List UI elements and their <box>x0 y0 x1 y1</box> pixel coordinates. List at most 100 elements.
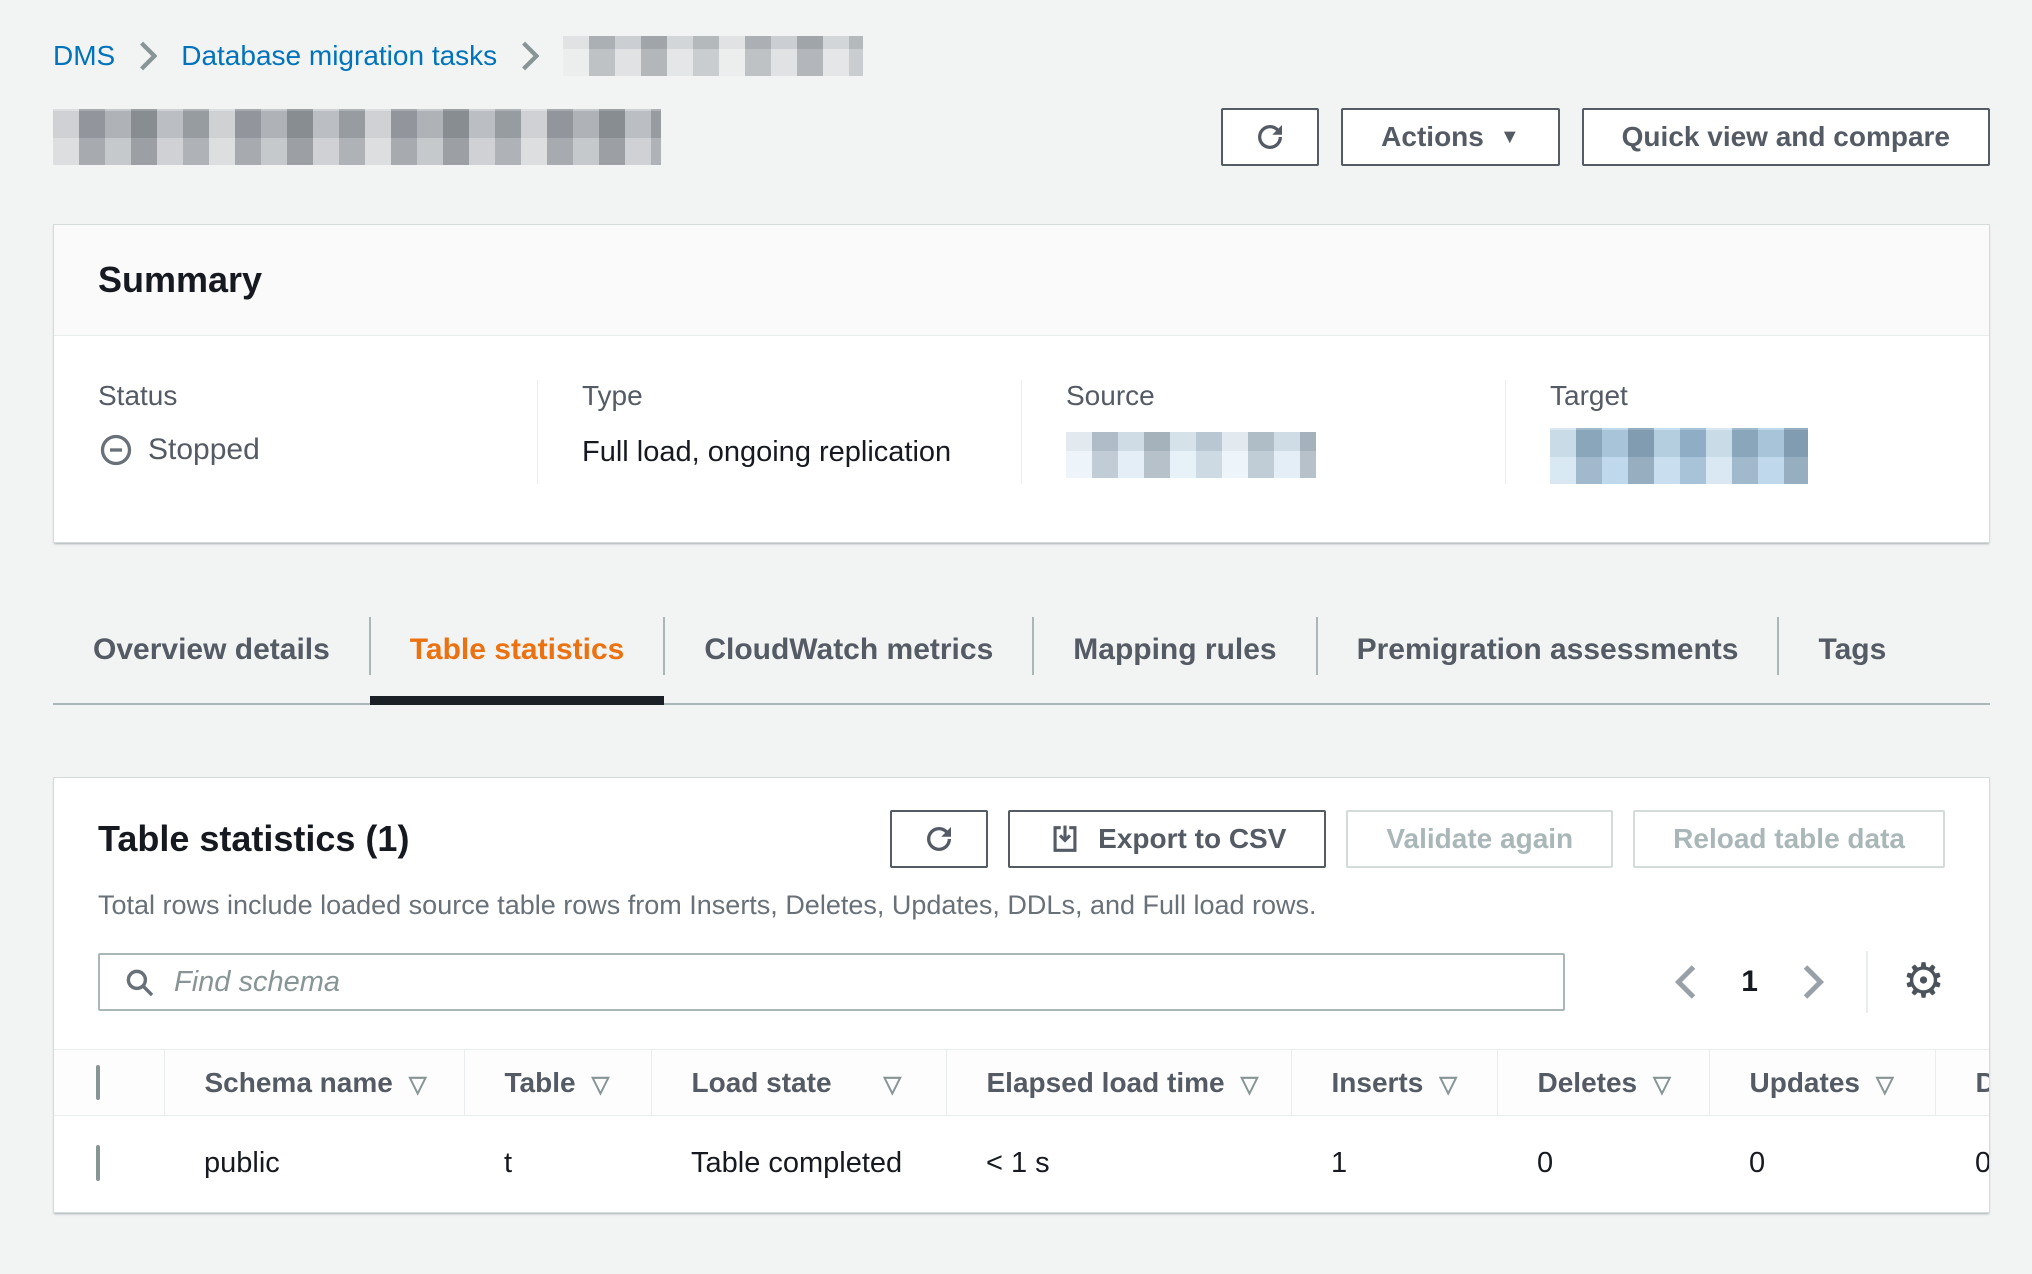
select-all-header-cell <box>54 1050 164 1116</box>
column-label: Deletes <box>1538 1067 1638 1098</box>
column-header-schema-name[interactable]: Schema name ▽ <box>164 1050 464 1116</box>
next-page-button[interactable] <box>1794 956 1832 1008</box>
summary-field-target: Target <box>1505 380 1989 484</box>
table-header-row: Schema name ▽ Table▽ Load state ▽ Elapsed … <box>54 1050 1989 1116</box>
status-text: Stopped <box>148 433 260 467</box>
tab-overview-details[interactable]: Overview details <box>53 609 370 703</box>
column-label: Inserts <box>1332 1067 1424 1098</box>
table-statistics-header: Table statistics (1) Export to CSV Valid… <box>54 778 1989 868</box>
column-header-ddls[interactable]: DDLs <box>1935 1050 1989 1116</box>
gear-icon: ⚙ <box>1902 955 1945 1008</box>
tab-mapping-rules[interactable]: Mapping rules <box>1033 609 1316 703</box>
quick-view-compare-button[interactable]: Quick view and compare <box>1582 108 1990 166</box>
schema-search-box <box>98 953 1565 1011</box>
refresh-icon <box>921 821 957 857</box>
quick-view-compare-label: Quick view and compare <box>1622 121 1950 153</box>
table-statistics-table-wrap: Schema name ▽ Table▽ Load state ▽ Elapsed … <box>54 1049 1989 1212</box>
sort-icon: ▽ <box>1241 1071 1259 1097</box>
cell-table: t <box>464 1116 651 1212</box>
caret-down-icon: ▼ <box>1500 127 1520 147</box>
row-checkbox[interactable] <box>96 1145 100 1181</box>
table-statistics-title: Table statistics (1) <box>98 818 409 860</box>
pagination: 1 ⚙ <box>1667 951 1945 1013</box>
redacted-task-name-crumb <box>563 36 863 76</box>
chevron-left-icon <box>1673 962 1699 1002</box>
schema-search-input[interactable] <box>174 966 1541 999</box>
summary-body: Status Stopped Type Full load, ongoing r… <box>54 336 1989 542</box>
summary-card: Summary Status Stopped Type Full load, o… <box>53 224 1990 543</box>
summary-card-header: Summary <box>54 225 1989 336</box>
cell-updates: 0 <box>1709 1116 1935 1212</box>
cell-deletes: 0 <box>1497 1116 1709 1212</box>
refresh-button[interactable] <box>1221 108 1319 166</box>
cell-schema-name: public <box>164 1116 464 1212</box>
column-header-load-state[interactable]: Load state ▽ <box>651 1050 946 1116</box>
column-label: Elapsed load time <box>987 1067 1225 1098</box>
chevron-right-icon <box>1800 962 1826 1002</box>
column-label: Updates <box>1750 1067 1860 1098</box>
table-filter-row: 1 ⚙ <box>54 921 1989 1049</box>
column-header-inserts[interactable]: Inserts ▽ <box>1291 1050 1497 1116</box>
sort-icon: ▽ <box>1876 1071 1894 1097</box>
target-label: Target <box>1550 380 1945 412</box>
table-row: public t Table completed < 1 s 1 0 0 0 <box>54 1116 1989 1212</box>
source-label: Source <box>1066 380 1461 412</box>
sort-icon: ▽ <box>1653 1071 1671 1097</box>
validate-again-button[interactable]: Validate again <box>1346 810 1613 868</box>
cell-inserts: 1 <box>1291 1116 1497 1212</box>
actions-button-label: Actions <box>1381 121 1484 153</box>
tab-table-statistics[interactable]: Table statistics <box>370 609 665 703</box>
select-all-checkbox[interactable] <box>96 1065 100 1100</box>
cell-elapsed-load-time: < 1 s <box>946 1116 1291 1212</box>
search-icon <box>122 965 156 999</box>
preferences-gear-button[interactable]: ⚙ <box>1902 958 1945 1006</box>
export-to-csv-label: Export to CSV <box>1098 823 1286 855</box>
summary-field-source: Source <box>1021 380 1505 484</box>
breadcrumb-link-dms[interactable]: DMS <box>53 40 115 72</box>
current-page-number[interactable]: 1 <box>1741 965 1758 999</box>
table-refresh-button[interactable] <box>890 810 988 868</box>
reload-table-data-button[interactable]: Reload table data <box>1633 810 1945 868</box>
breadcrumb: DMS Database migration tasks <box>53 34 1990 78</box>
row-select-cell <box>54 1116 164 1212</box>
redacted-source-endpoint-link[interactable] <box>1066 432 1316 478</box>
table-statistics-description: Total rows include loaded source table r… <box>54 868 1989 921</box>
chevron-right-icon <box>521 41 539 71</box>
sort-icon: ▽ <box>409 1071 427 1097</box>
header-actions: Actions ▼ Quick view and compare <box>1221 108 1990 166</box>
summary-title: Summary <box>98 259 1945 301</box>
chevron-right-icon <box>139 41 157 71</box>
table-statistics-table: Schema name ▽ Table▽ Load state ▽ Elapsed … <box>54 1049 1989 1212</box>
table-statistics-actions: Export to CSV Validate again Reload tabl… <box>890 810 1945 868</box>
column-header-updates[interactable]: Updates ▽ <box>1709 1050 1935 1116</box>
column-label: Load state <box>692 1067 832 1098</box>
actions-button[interactable]: Actions ▼ <box>1341 108 1559 166</box>
task-detail-tabs: Overview details Table statistics CloudW… <box>53 609 1990 705</box>
summary-field-type: Type Full load, ongoing replication <box>537 380 1021 484</box>
summary-field-status: Status Stopped <box>54 380 537 484</box>
sort-icon: ▽ <box>884 1071 902 1097</box>
type-value: Full load, ongoing replication <box>582 436 977 469</box>
column-header-deletes[interactable]: Deletes ▽ <box>1497 1050 1709 1116</box>
export-to-csv-button[interactable]: Export to CSV <box>1008 810 1326 868</box>
status-label: Status <box>98 380 493 412</box>
page-header: Actions ▼ Quick view and compare <box>53 108 1990 166</box>
tab-premigration-assessments[interactable]: Premigration assessments <box>1317 609 1779 703</box>
breadcrumb-link-migration-tasks[interactable]: Database migration tasks <box>181 40 497 72</box>
refresh-icon <box>1252 119 1288 155</box>
download-icon <box>1048 822 1082 856</box>
previous-page-button[interactable] <box>1667 956 1705 1008</box>
sort-icon: ▽ <box>1439 1071 1457 1097</box>
column-label: Schema name <box>205 1067 393 1098</box>
status-value: Stopped <box>98 432 493 468</box>
stopped-icon <box>98 432 134 468</box>
redacted-target-endpoint-link[interactable] <box>1550 428 1808 484</box>
type-label: Type <box>582 380 977 412</box>
reload-table-data-label: Reload table data <box>1673 823 1905 855</box>
column-label: DDLs <box>1976 1067 1990 1098</box>
tab-tags[interactable]: Tags <box>1778 609 1926 703</box>
tab-cloudwatch-metrics[interactable]: CloudWatch metrics <box>664 609 1033 703</box>
column-header-table[interactable]: Table▽ <box>464 1050 651 1116</box>
column-header-elapsed-load-time[interactable]: Elapsed load time ▽ <box>946 1050 1291 1116</box>
table-statistics-card: Table statistics (1) Export to CSV Valid… <box>53 777 1990 1213</box>
